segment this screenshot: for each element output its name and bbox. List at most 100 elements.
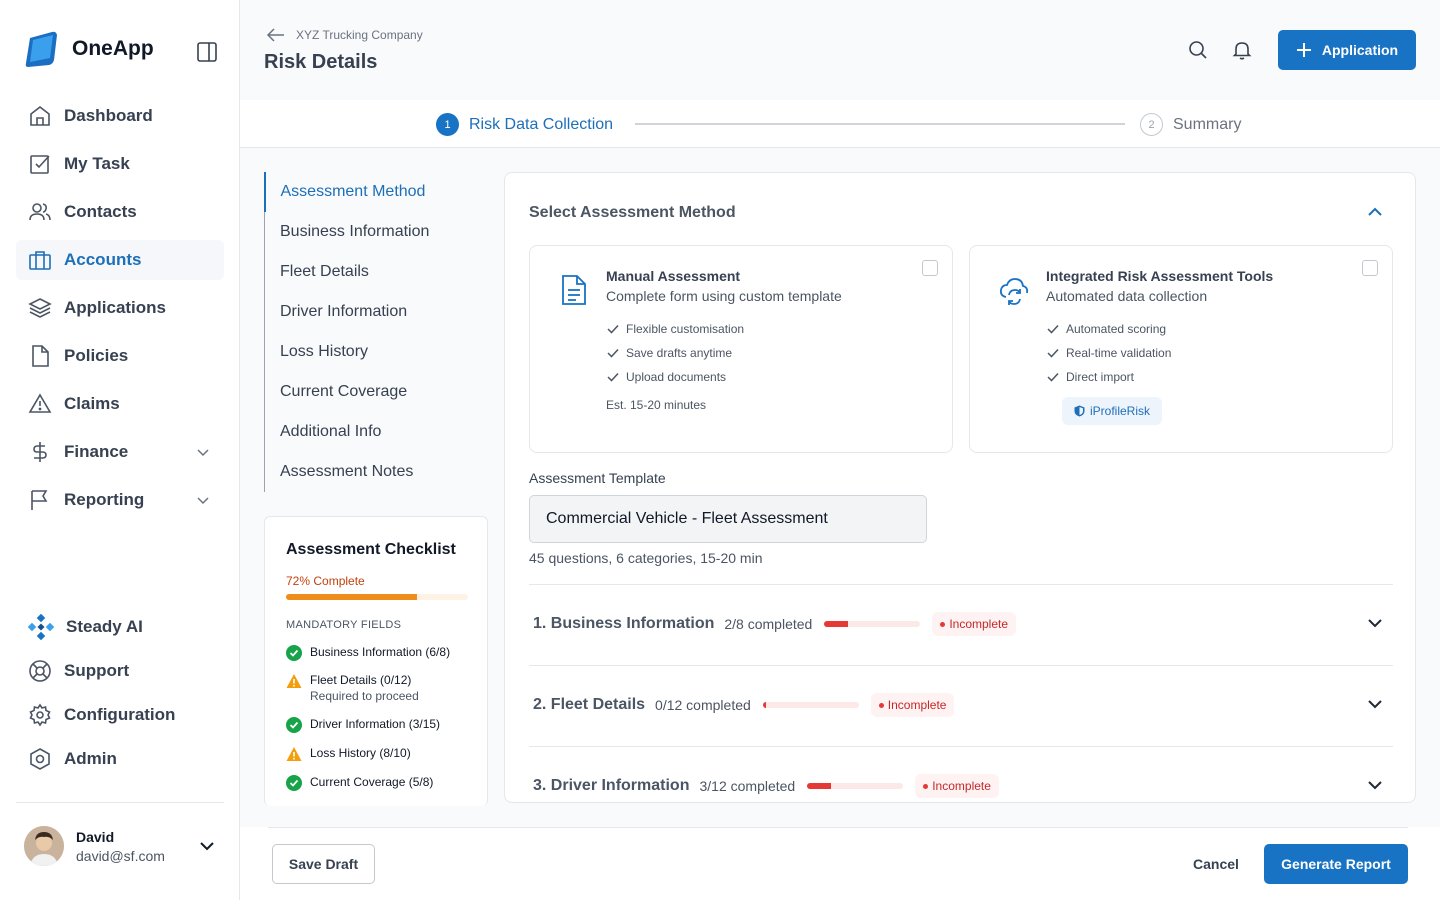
- sidebar-item-contacts[interactable]: Contacts: [16, 192, 224, 232]
- feature-item: Flexible customisation: [606, 322, 744, 336]
- briefcase-icon: [28, 248, 52, 272]
- feature-item: Upload documents: [606, 370, 726, 384]
- avatar: [24, 826, 64, 866]
- footer-divider: [268, 827, 1408, 828]
- chevron-down-icon[interactable]: [196, 445, 210, 459]
- sidebar-item-admin[interactable]: Admin: [16, 741, 224, 777]
- subnav-item-assessment-notes[interactable]: Assessment Notes: [265, 452, 488, 492]
- breadcrumb-company[interactable]: XYZ Trucking Company: [296, 28, 423, 42]
- integrated-tools-checkbox[interactable]: [1362, 260, 1378, 276]
- card-subtitle: Automated data collection: [1046, 288, 1208, 304]
- chevron-down-icon[interactable]: [198, 837, 216, 855]
- sidebar-collapse-icon[interactable]: [196, 41, 218, 63]
- gear-icon: [28, 703, 52, 727]
- save-draft-button[interactable]: Save Draft: [272, 844, 375, 884]
- subnav-item-fleet-details[interactable]: Fleet Details: [265, 252, 488, 292]
- sidebar-item-steady-ai[interactable]: Steady AI: [16, 609, 224, 645]
- sidebar-item-label: Support: [64, 661, 130, 680]
- bell-icon[interactable]: [1232, 40, 1252, 60]
- add-application-button[interactable]: Application: [1278, 30, 1416, 70]
- checklist-progress-bar: [286, 594, 468, 600]
- generate-report-button[interactable]: Generate Report: [1264, 844, 1408, 884]
- chevron-down-icon[interactable]: [1367, 696, 1383, 712]
- check-icon: [606, 346, 620, 360]
- manual-assessment-checkbox[interactable]: [922, 260, 938, 276]
- document-text-icon: [560, 274, 588, 306]
- subnav-item-loss-history[interactable]: Loss History: [265, 332, 488, 372]
- card-title: Manual Assessment: [606, 268, 741, 284]
- feature-label: Direct import: [1066, 370, 1135, 384]
- subnav-item-driver-information[interactable]: Driver Information: [265, 292, 488, 332]
- step-label: Summary: [1173, 115, 1242, 133]
- status-dot: [940, 621, 946, 627]
- section-title: 2. Fleet Details: [533, 696, 646, 713]
- subnav-item-current-coverage[interactable]: Current Coverage: [265, 372, 488, 412]
- mandatory-fields-label: MANDATORY FIELDS: [286, 619, 402, 631]
- chevron-down-icon[interactable]: [1367, 777, 1383, 793]
- sidebar-item-label: Policies: [64, 346, 129, 365]
- sidebar-item-accounts[interactable]: Accounts: [16, 240, 224, 280]
- step-risk-data-collection[interactable]: 1 Risk Data Collection: [436, 113, 613, 136]
- bottom-nav: Steady AI Support Configuration Admin: [16, 609, 224, 785]
- checklist-item-label: Fleet Details (0/12): [310, 673, 412, 687]
- cancel-button[interactable]: Cancel: [1180, 844, 1252, 884]
- sidebar-item-claims[interactable]: Claims: [16, 384, 224, 424]
- feature-label: Save drafts anytime: [626, 346, 733, 360]
- chevron-down-icon[interactable]: [1367, 615, 1383, 631]
- section-title: 1. Business Information: [533, 615, 715, 632]
- search-icon[interactable]: [1188, 40, 1208, 60]
- check-circle-icon: [286, 645, 302, 661]
- section-fleet-details[interactable]: 2. Fleet Details 0/12 completed Incomple…: [529, 665, 1393, 746]
- page-header: XYZ Trucking Company Risk Details Applic…: [240, 0, 1440, 100]
- manual-assessment-card[interactable]: Manual Assessment Complete form using cu…: [529, 245, 953, 453]
- arrow-left-icon[interactable]: [266, 27, 286, 43]
- section-count: 2/8 completed: [724, 616, 813, 632]
- sidebar-item-finance[interactable]: Finance: [16, 432, 224, 472]
- page-title: Risk Details: [264, 51, 378, 73]
- subnav-item-assessment-method[interactable]: Assessment Method: [263, 172, 489, 212]
- chevron-down-icon[interactable]: [196, 493, 210, 507]
- feature-label: Automated scoring: [1066, 322, 1167, 336]
- check-circle-icon: [286, 717, 302, 733]
- panel-title: Select Assessment Method: [529, 204, 736, 221]
- sidebar-item-label: Accounts: [64, 250, 142, 269]
- section-business-information[interactable]: 1. Business Information 2/8 completed In…: [529, 584, 1393, 665]
- section-count: 0/12 completed: [655, 697, 751, 713]
- status-dot: [878, 702, 884, 708]
- check-icon: [1046, 346, 1060, 360]
- integrated-tools-card[interactable]: Integrated Risk Assessment Tools Automat…: [969, 245, 1393, 453]
- users-icon: [28, 200, 52, 224]
- check-icon: [606, 322, 620, 336]
- assessment-template-select[interactable]: Commercial Vehicle - Fleet Assessment: [529, 495, 927, 543]
- subnav-item-additional-info[interactable]: Additional Info: [265, 412, 488, 452]
- step-summary[interactable]: 2 Summary: [1140, 113, 1241, 136]
- checklist-item: Fleet Details (0/12) Required to proceed: [286, 673, 419, 703]
- status-badge: Incomplete: [915, 774, 999, 798]
- section-progress-fill: [762, 702, 766, 708]
- subnav-item-business-information[interactable]: Business Information: [265, 212, 488, 252]
- check-icon: [1046, 322, 1060, 336]
- user-profile[interactable]: David david@sf.com: [24, 826, 216, 866]
- sidebar-item-policies[interactable]: Policies: [16, 336, 224, 376]
- dollar-icon: [28, 440, 52, 464]
- sidebar-item-configuration[interactable]: Configuration: [16, 697, 224, 733]
- flag-icon: [28, 488, 52, 512]
- sidebar-item-support[interactable]: Support: [16, 653, 224, 689]
- section-driver-information[interactable]: 3. Driver Information 3/12 completed Inc…: [529, 746, 1393, 802]
- sidebar-item-my-task[interactable]: My Task: [16, 144, 224, 184]
- document-icon: [28, 344, 52, 368]
- chevron-up-icon[interactable]: [1367, 204, 1383, 220]
- sidebar-item-dashboard[interactable]: Dashboard: [16, 96, 224, 136]
- card-subtitle: Complete form using custom template: [606, 288, 842, 304]
- sidebar-item-applications[interactable]: Applications: [16, 288, 224, 328]
- feature-label: Upload documents: [626, 370, 727, 384]
- feature-item: Direct import: [1046, 370, 1134, 384]
- status-badge: Incomplete: [932, 612, 1017, 636]
- breadcrumb[interactable]: XYZ Trucking Company: [266, 27, 423, 43]
- app-logo[interactable]: OneApp: [24, 30, 154, 68]
- sidebar-item-reporting[interactable]: Reporting: [16, 480, 224, 520]
- page-footer: Save Draft Cancel Generate Report: [240, 827, 1440, 900]
- step-number: 2: [1140, 113, 1163, 136]
- plus-icon: [1296, 42, 1312, 58]
- sidebar: OneApp Dashboard My Task Contacts Accoun…: [0, 0, 240, 900]
